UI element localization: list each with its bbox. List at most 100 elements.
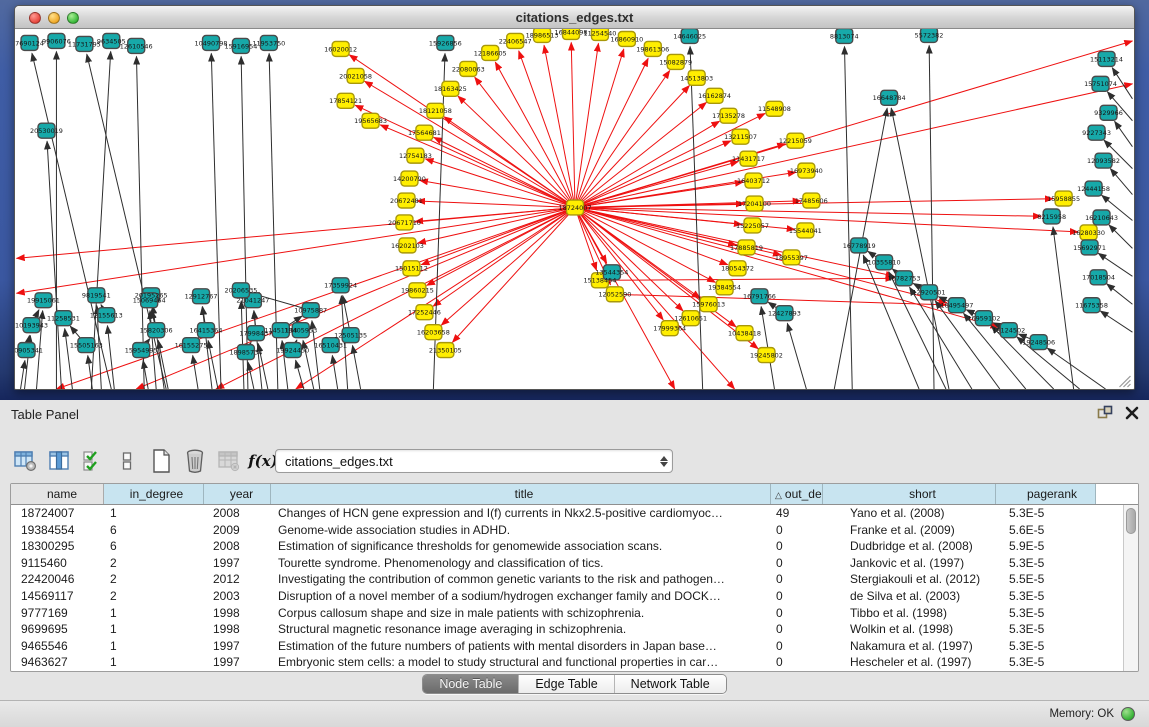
table-cell[interactable]: de Silva et al. (2003) [823, 588, 996, 605]
graph-edge-black[interactable] [21, 360, 25, 389]
graph-edge-black[interactable] [136, 56, 144, 389]
table-cell[interactable]: 2008 [204, 538, 271, 555]
graph-edge-black[interactable] [891, 108, 949, 389]
tab-edge-table[interactable]: Edge Table [518, 675, 613, 693]
table-cell[interactable]: 1997 [204, 555, 271, 572]
table-row[interactable]: 946362711997Embryonic stem cells: a mode… [11, 654, 1123, 671]
graph-edge-red[interactable] [417, 201, 575, 208]
table-cell[interactable]: 0 [771, 638, 823, 655]
graph-edge-red[interactable] [349, 55, 575, 208]
column-header-short[interactable]: short [823, 484, 996, 504]
table-cell[interactable]: 2009 [204, 522, 271, 539]
table-cell[interactable]: 19384554 [11, 522, 104, 539]
graph-edge-black[interactable] [1100, 311, 1132, 332]
table-row[interactable]: 977716911998Corpus callosum shape and si… [11, 605, 1123, 622]
table-cell[interactable]: 6 [104, 522, 204, 539]
table-cell[interactable]: 5.3E-5 [996, 654, 1096, 671]
table-row[interactable]: 1830029562008Estimation of significance … [11, 538, 1123, 555]
table-row[interactable]: 911546021997Tourette syndrome. Phenomeno… [11, 555, 1123, 572]
table-cell[interactable]: Estimation of the future numbers of pati… [271, 638, 771, 655]
graph-edge-black[interactable] [1053, 227, 1074, 389]
table-cell[interactable]: 0 [771, 571, 823, 588]
table-cell[interactable]: 1997 [204, 654, 271, 671]
graph-edge-black[interactable] [1107, 284, 1133, 304]
resize-grip-icon[interactable] [1119, 376, 1130, 387]
table-cell[interactable]: 5.3E-5 [996, 605, 1096, 622]
function-builder-button[interactable]: f(x) [248, 447, 278, 475]
table-cell[interactable]: 1 [104, 605, 204, 622]
table-cell[interactable]: 22420046 [11, 571, 104, 588]
graph-edge-red[interactable] [458, 96, 575, 207]
table-cell[interactable]: 9463627 [11, 654, 104, 671]
manage-columns-button[interactable] [10, 447, 40, 475]
table-cell[interactable]: 0 [771, 555, 823, 572]
graph-edge-black[interactable] [65, 329, 73, 389]
table-scrollbar-thumb[interactable] [1126, 508, 1136, 534]
table-cell[interactable]: Dudbridge et al. (2008) [823, 538, 996, 555]
table-cell[interactable]: 5.5E-5 [996, 571, 1096, 588]
graph-edge-black[interactable] [296, 360, 304, 389]
table-cell[interactable]: 14569117 [11, 588, 104, 605]
graph-edge-black[interactable] [1047, 348, 1105, 389]
table-cell[interactable]: 9777169 [11, 605, 104, 622]
table-cell[interactable]: 2012 [204, 571, 271, 588]
table-cell[interactable]: 1998 [204, 621, 271, 638]
table-cell[interactable]: 5.6E-5 [996, 522, 1096, 539]
table-cell[interactable]: 2 [104, 555, 204, 572]
table-cell[interactable]: Hescheler et al. (1997) [823, 654, 996, 671]
network-canvas[interactable]: 1872400718121058175646811275418314200790… [15, 29, 1134, 389]
table-cell[interactable]: 9465546 [11, 638, 104, 655]
graph-edge-black[interactable] [248, 362, 254, 389]
table-cell[interactable]: 5.3E-5 [996, 505, 1096, 522]
graph-edge-red[interactable] [575, 84, 1132, 208]
table-cell[interactable]: Franke et al. (2009) [823, 522, 996, 539]
graph-edge-red[interactable] [571, 42, 575, 207]
table-row[interactable]: 1456911722003Disruption of a novel membe… [11, 588, 1123, 605]
table-cell[interactable]: 0 [771, 522, 823, 539]
table-row[interactable]: 946554611997Estimation of the future num… [11, 638, 1123, 655]
delete-columns-button[interactable] [180, 447, 210, 475]
table-cell[interactable]: 6 [104, 538, 204, 555]
column-header-name[interactable]: name [11, 484, 104, 504]
graph-edge-black[interactable] [32, 53, 111, 389]
table-cell[interactable]: 9699695 [11, 621, 104, 638]
table-cell[interactable]: 1 [104, 654, 204, 671]
table-cell[interactable]: 2 [104, 571, 204, 588]
graph-edge-black[interactable] [332, 355, 337, 389]
graph-edge-black[interactable] [211, 53, 221, 389]
float-panel-icon[interactable] [1097, 405, 1113, 421]
network-window[interactable]: citations_edges.txt 18724007181210581756… [14, 5, 1135, 390]
table-cell[interactable]: 0 [771, 654, 823, 671]
table-cell[interactable]: Changes of HCN gene expression and I(f) … [271, 505, 771, 522]
table-cell[interactable]: 18300295 [11, 538, 104, 555]
graph-edge-black[interactable] [1110, 169, 1132, 195]
table-cell[interactable]: Corpus callosum shape and size in male p… [271, 605, 771, 622]
table-row[interactable]: 969969511998Structural magnetic resonanc… [11, 621, 1123, 638]
table-cell[interactable]: Genome-wide association studies in ADHD. [271, 522, 771, 539]
table-cell[interactable]: Tibbo et al. (1998) [823, 605, 996, 622]
table-cell[interactable]: 2 [104, 588, 204, 605]
tab-node-table[interactable]: Node Table [423, 675, 518, 693]
column-header-title[interactable]: title [271, 484, 771, 504]
table-cell[interactable]: 18724007 [11, 505, 104, 522]
create-column-button[interactable] [146, 447, 176, 475]
table-cell[interactable]: 0 [771, 605, 823, 622]
graph-edge-black[interactable] [1109, 225, 1133, 249]
table-cell[interactable]: 0 [771, 588, 823, 605]
table-row[interactable]: 2242004622012Investigating the contribut… [11, 571, 1123, 588]
graph-edge-red[interactable] [544, 45, 575, 207]
graph-edge-red[interactable] [433, 208, 575, 307]
tab-network-table[interactable]: Network Table [614, 675, 726, 693]
network-window-titlebar[interactable]: citations_edges.txt [15, 6, 1134, 29]
table-cell[interactable]: 9115460 [11, 555, 104, 572]
graph-edge-red[interactable] [296, 208, 575, 389]
row-options-button[interactable] [112, 447, 142, 475]
table-cell[interactable]: 49 [771, 505, 823, 522]
graph-edge-red[interactable] [575, 102, 706, 207]
table-cell[interactable]: Tourette syndrome. Phenomenology and cla… [271, 555, 771, 572]
graph-edge-black[interactable] [844, 46, 852, 389]
select-column-button[interactable] [44, 447, 74, 475]
graph-edge-red[interactable] [615, 294, 947, 305]
graph-edge-black[interactable] [929, 45, 934, 389]
graph-edge-black[interactable] [269, 53, 278, 389]
